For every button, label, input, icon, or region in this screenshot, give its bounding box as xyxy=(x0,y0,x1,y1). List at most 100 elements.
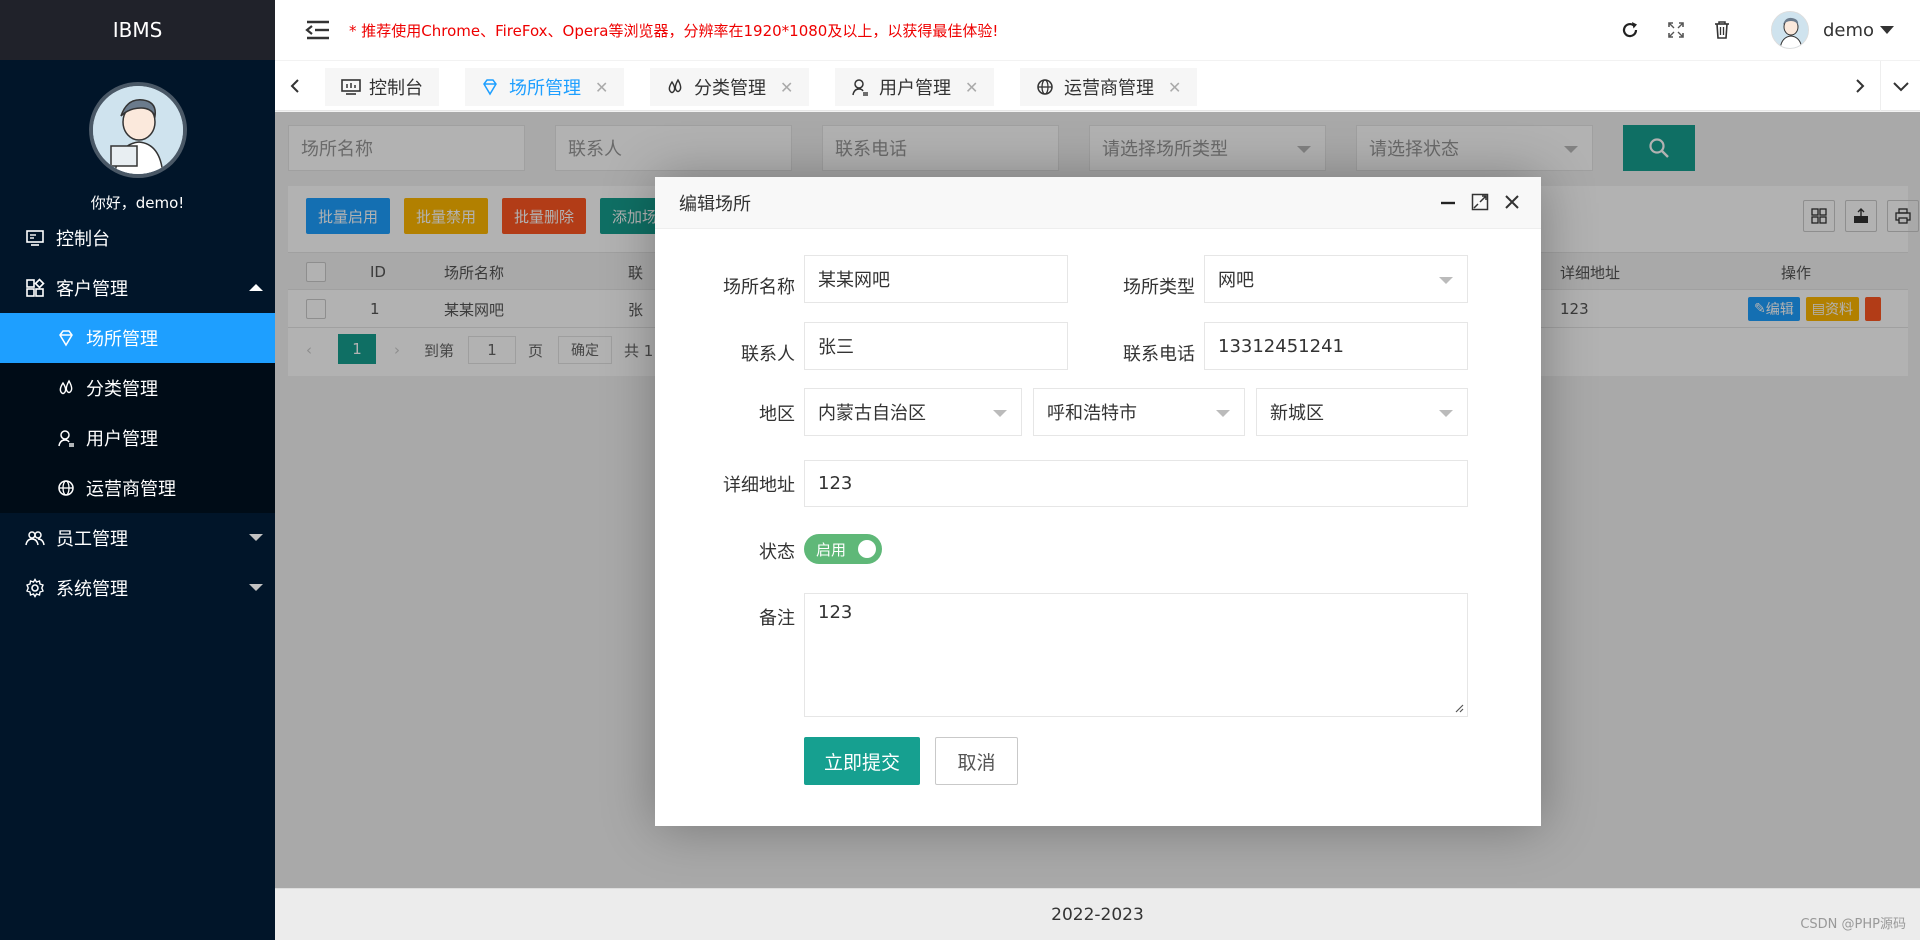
header-tools: demo xyxy=(1595,0,1894,60)
sidebar-item-label: 系统管理 xyxy=(56,579,128,600)
modal-title: 编辑场所 xyxy=(679,193,751,215)
user-icon xyxy=(851,77,871,97)
contact-input[interactable]: 张三 xyxy=(804,322,1068,370)
chevron-left-icon[interactable] xyxy=(275,61,315,111)
type-select[interactable]: 网吧 xyxy=(1204,255,1468,303)
gear-icon xyxy=(24,577,46,599)
maximize-icon[interactable] xyxy=(1469,191,1491,213)
monitor-icon xyxy=(341,77,361,97)
close-icon[interactable]: ✕ xyxy=(780,78,793,97)
tab-label: 控制台 xyxy=(369,78,423,99)
submit-button[interactable]: 立即提交 xyxy=(804,737,920,785)
dropdown-arrow-icon xyxy=(1216,410,1230,417)
watermark: CSDN @PHP源码 xyxy=(1800,917,1906,932)
sidebar: IBMS 你好，demo! 控制台 客户管理 场所管理 分类管理 用户管理 运营… xyxy=(0,0,275,940)
close-icon[interactable]: ✕ xyxy=(595,78,608,97)
menu-collapse-icon[interactable] xyxy=(305,19,331,41)
remark-value: 123 xyxy=(818,602,853,623)
trash-icon[interactable] xyxy=(1711,19,1733,41)
caret-up-icon xyxy=(249,284,263,291)
tab-label: 分类管理 xyxy=(694,78,766,99)
app-logo[interactable]: IBMS xyxy=(0,0,275,60)
phone-input[interactable]: 13312451241 xyxy=(1204,322,1468,370)
tab-dashboard[interactable]: 控制台 xyxy=(325,68,439,106)
tab-category[interactable]: 分类管理 ✕ xyxy=(650,68,810,106)
tab-users[interactable]: 用户管理 ✕ xyxy=(835,68,995,106)
sidebar-item-venue[interactable]: 场所管理 xyxy=(0,313,275,363)
dropdown-arrow-icon xyxy=(1439,410,1453,417)
district-select[interactable]: 新城区 xyxy=(1256,388,1468,436)
refresh-icon[interactable] xyxy=(1619,19,1641,41)
caret-down-icon[interactable] xyxy=(1880,26,1894,34)
sidebar-menu: 控制台 客户管理 场所管理 分类管理 用户管理 运营商管理 员工管理 系统管理 xyxy=(0,213,275,613)
dropdown-arrow-icon xyxy=(993,410,1007,417)
sidebar-item-dashboard[interactable]: 控制台 xyxy=(0,213,275,263)
close-icon[interactable]: ✕ xyxy=(965,78,978,97)
sidebar-item-users[interactable]: 用户管理 xyxy=(0,413,275,463)
chevron-down-icon[interactable] xyxy=(1880,61,1920,111)
copyright: 2022-2023 xyxy=(1051,904,1144,925)
drops-icon xyxy=(666,77,686,97)
chevron-right-icon[interactable] xyxy=(1840,61,1880,111)
toggle-knob xyxy=(858,540,876,558)
diamond-icon xyxy=(481,77,501,97)
sidebar-item-category[interactable]: 分类管理 xyxy=(0,363,275,413)
sidebar-item-label: 运营商管理 xyxy=(86,479,176,500)
sidebar-item-system[interactable]: 系统管理 xyxy=(0,563,275,613)
caret-down-icon xyxy=(249,534,263,541)
page-tabs: 控制台 场所管理 ✕ 分类管理 ✕ 用户管理 ✕ 运营商管理 ✕ xyxy=(275,61,1920,111)
label-name: 场所名称 xyxy=(723,277,795,298)
greeting: 你好，demo! xyxy=(90,194,185,212)
edit-venue-modal: 编辑场所 场所名称 某某网吧 场所类型 网吧 联系人 张三 联系电话 13312… xyxy=(655,177,1541,826)
close-icon[interactable]: ✕ xyxy=(1168,78,1181,97)
resize-handle-icon xyxy=(1455,704,1464,713)
modal-tools xyxy=(1427,191,1523,213)
close-icon[interactable] xyxy=(1501,191,1523,213)
sidebar-item-label: 场所管理 xyxy=(86,329,158,350)
tab-label: 运营商管理 xyxy=(1064,78,1154,99)
globe-icon xyxy=(1036,77,1056,97)
cancel-button[interactable]: 取消 xyxy=(935,737,1018,785)
sidebar-item-label: 客户管理 xyxy=(56,279,128,300)
globe-icon xyxy=(56,478,76,498)
tab-label: 场所管理 xyxy=(509,78,581,99)
group-icon xyxy=(24,527,46,549)
status-toggle[interactable]: 启用 xyxy=(804,534,882,564)
name-input[interactable]: 某某网吧 xyxy=(804,255,1068,303)
monitor-icon xyxy=(24,227,46,249)
username[interactable]: demo xyxy=(1823,20,1874,41)
apps-icon xyxy=(24,277,46,299)
diamond-icon xyxy=(56,328,76,348)
drops-icon xyxy=(56,378,76,398)
province-value: 内蒙古自治区 xyxy=(818,403,926,424)
sidebar-item-staff[interactable]: 员工管理 xyxy=(0,513,275,563)
user-icon xyxy=(56,428,76,448)
province-select[interactable]: 内蒙古自治区 xyxy=(804,388,1022,436)
tab-operators[interactable]: 运营商管理 ✕ xyxy=(1020,68,1198,106)
dropdown-arrow-icon xyxy=(1439,277,1453,284)
sidebar-item-operators[interactable]: 运营商管理 xyxy=(0,463,275,513)
tab-label: 用户管理 xyxy=(879,78,951,99)
footer: 2022-2023 CSDN @PHP源码 xyxy=(275,888,1920,940)
district-value: 新城区 xyxy=(1270,403,1324,424)
city-value: 呼和浩特市 xyxy=(1047,403,1137,424)
sidebar-item-label: 用户管理 xyxy=(86,429,158,450)
sidebar-item-label: 控制台 xyxy=(56,229,110,250)
sidebar-item-customer[interactable]: 客户管理 xyxy=(0,263,275,313)
customer-submenu: 场所管理 分类管理 用户管理 运营商管理 xyxy=(0,313,275,513)
caret-down-icon xyxy=(249,584,263,591)
browser-notice: * 推荐使用Chrome、FireFox、Opera等浏览器，分辨率在1920*… xyxy=(349,21,999,40)
user-profile: 你好，demo! xyxy=(0,60,275,213)
label-phone: 联系电话 xyxy=(1123,344,1195,365)
address-input[interactable]: 123 xyxy=(804,460,1468,507)
user-avatar[interactable] xyxy=(1770,11,1809,49)
fullscreen-icon[interactable] xyxy=(1665,19,1687,41)
tab-venue[interactable]: 场所管理 ✕ xyxy=(465,68,625,106)
minimize-icon[interactable] xyxy=(1437,191,1459,213)
sidebar-item-label: 分类管理 xyxy=(86,379,158,400)
remark-textarea[interactable]: 123 xyxy=(804,593,1468,717)
type-value: 网吧 xyxy=(1218,270,1254,291)
top-header: * 推荐使用Chrome、FireFox、Opera等浏览器，分辨率在1920*… xyxy=(275,0,1920,60)
city-select[interactable]: 呼和浩特市 xyxy=(1033,388,1245,436)
label-remark: 备注 xyxy=(759,608,795,629)
